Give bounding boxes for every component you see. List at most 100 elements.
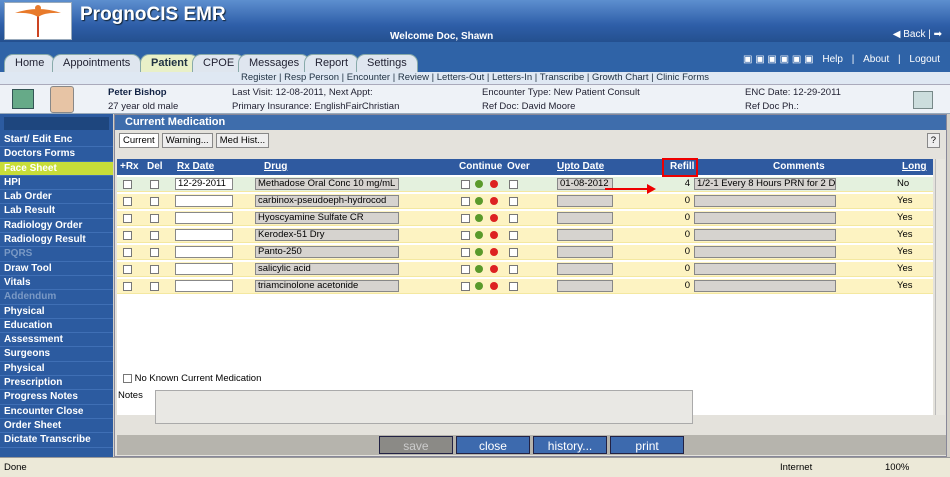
over-checkbox[interactable] bbox=[509, 248, 518, 257]
del-checkbox[interactable] bbox=[150, 231, 159, 240]
over-checkbox[interactable] bbox=[509, 231, 518, 240]
col-del[interactable]: Del bbox=[147, 161, 163, 172]
close-button[interactable]: close bbox=[455, 436, 530, 454]
continue-checkbox[interactable] bbox=[461, 248, 470, 257]
over-checkbox[interactable] bbox=[509, 282, 518, 291]
sidebar-item[interactable]: Physical bbox=[0, 305, 113, 319]
sidebar-item[interactable]: Assessment bbox=[0, 333, 113, 348]
del-checkbox[interactable] bbox=[150, 214, 159, 223]
upto-date-field[interactable] bbox=[557, 195, 613, 207]
col-upto-date[interactable]: Upto Date bbox=[557, 161, 604, 172]
upto-date-field[interactable] bbox=[557, 263, 613, 275]
toolbar-icons[interactable]: ▣ ▣ ▣ ▣ ▣ ▣ bbox=[743, 54, 814, 65]
col-drug[interactable]: Drug bbox=[264, 161, 287, 172]
rx-icon[interactable] bbox=[475, 248, 483, 256]
tab-patient[interactable]: Patient bbox=[140, 54, 199, 72]
sub-nav-links[interactable]: Register | Resp Person | Encounter | Rev… bbox=[0, 72, 950, 85]
tab-home[interactable]: Home bbox=[4, 54, 56, 72]
rx-icon[interactable] bbox=[475, 265, 483, 273]
del-checkbox[interactable] bbox=[150, 197, 159, 206]
tab-report[interactable]: Report bbox=[304, 54, 360, 72]
comment-field[interactable]: 1/2-1 Every 8 Hours PRN for 2 Days , bbox=[694, 178, 836, 190]
rx-checkbox[interactable] bbox=[123, 248, 132, 257]
sidebar-item[interactable]: Dictate Transcribe bbox=[0, 433, 113, 448]
table-row[interactable]: Panto-250 0 Yes bbox=[117, 245, 933, 260]
no-known-checkbox[interactable] bbox=[123, 373, 132, 383]
table-row[interactable]: Hyoscyamine Sulfate CR 0 Yes bbox=[117, 211, 933, 226]
sidebar-scroll-buttons[interactable] bbox=[4, 117, 109, 130]
col-rx-date[interactable]: Rx Date bbox=[177, 161, 214, 172]
upto-date-field[interactable] bbox=[557, 246, 613, 258]
sidebar-item[interactable]: Prescription bbox=[0, 376, 113, 391]
rx-icon[interactable] bbox=[475, 197, 483, 205]
rx-date-field[interactable]: 12-29-2011 bbox=[175, 178, 233, 190]
sidebar-item[interactable]: HPI bbox=[0, 176, 113, 191]
continue-checkbox[interactable] bbox=[461, 231, 470, 240]
rx-date-field[interactable] bbox=[175, 229, 233, 241]
sidebar-item[interactable]: Doctors Forms bbox=[0, 147, 113, 162]
history-button[interactable]: history... bbox=[533, 436, 608, 454]
filter-select[interactable]: Current bbox=[119, 133, 159, 148]
no-known-medication[interactable]: No Known Current Medication bbox=[123, 373, 261, 384]
drug-field[interactable]: carbinox-pseudoeph-hydrocod bbox=[255, 195, 399, 207]
table-row[interactable]: Kerodex-51 Dry 0 Yes bbox=[117, 228, 933, 243]
sidebar-item[interactable]: Progress Notes bbox=[0, 390, 113, 405]
save-button[interactable]: save bbox=[378, 436, 453, 454]
upto-date-field[interactable] bbox=[557, 212, 613, 224]
stop-icon[interactable] bbox=[490, 197, 498, 205]
back-link[interactable]: ◀ Back | ➡ bbox=[893, 29, 942, 40]
patient-name[interactable]: Peter Bishop bbox=[108, 87, 167, 98]
help-link[interactable]: Help bbox=[822, 54, 843, 65]
sidebar-item[interactable]: Vitals bbox=[0, 276, 113, 291]
sidebar-item[interactable]: Radiology Order bbox=[0, 219, 113, 234]
rx-icon[interactable] bbox=[475, 231, 483, 239]
rx-date-field[interactable] bbox=[175, 263, 233, 275]
col-rx[interactable]: +Rx bbox=[120, 161, 139, 172]
sidebar-item[interactable]: Surgeons bbox=[0, 347, 113, 362]
tab-settings[interactable]: Settings bbox=[356, 54, 418, 72]
logout-link[interactable]: Logout bbox=[909, 54, 940, 65]
rx-checkbox[interactable] bbox=[123, 282, 132, 291]
tab-appointments[interactable]: Appointments bbox=[52, 54, 142, 72]
table-scrollbar[interactable] bbox=[935, 159, 945, 415]
warning-button[interactable]: Warning... bbox=[161, 133, 213, 148]
del-checkbox[interactable] bbox=[150, 180, 159, 189]
comment-field[interactable] bbox=[694, 229, 836, 241]
stop-icon[interactable] bbox=[490, 282, 498, 290]
comment-field[interactable] bbox=[694, 280, 836, 292]
help-button[interactable]: ? bbox=[926, 133, 940, 148]
table-row[interactable]: carbinox-pseudoeph-hydrocod 0 Yes bbox=[117, 194, 933, 209]
sidebar-item[interactable]: Radiology Result bbox=[0, 233, 113, 248]
print-button[interactable]: print bbox=[610, 436, 685, 454]
about-link[interactable]: About bbox=[863, 54, 889, 65]
table-row[interactable]: triamcinolone acetonide 0 Yes bbox=[117, 279, 933, 294]
sidebar-item[interactable]: Encounter Close bbox=[0, 405, 113, 419]
comment-field[interactable] bbox=[694, 195, 836, 207]
sidebar-item[interactable]: Education bbox=[0, 319, 113, 334]
stop-icon[interactable] bbox=[490, 265, 498, 273]
upto-date-field[interactable] bbox=[557, 229, 613, 241]
sidebar-item[interactable]: Order Sheet bbox=[0, 419, 113, 434]
continue-checkbox[interactable] bbox=[461, 282, 470, 291]
over-checkbox[interactable] bbox=[509, 214, 518, 223]
rx-icon[interactable] bbox=[475, 214, 483, 222]
continue-checkbox[interactable] bbox=[461, 214, 470, 223]
drug-field[interactable]: triamcinolone acetonide bbox=[255, 280, 399, 292]
stop-icon[interactable] bbox=[490, 214, 498, 222]
notes-textarea[interactable] bbox=[155, 390, 693, 424]
sidebar-item[interactable]: Physical bbox=[0, 362, 113, 377]
rx-date-field[interactable] bbox=[175, 280, 233, 292]
drug-field[interactable]: salicylic acid bbox=[255, 263, 399, 275]
table-row[interactable]: 12-29-2011 Methadose Oral Conc 10 mg/mL 01… bbox=[117, 177, 933, 192]
zoom-level[interactable]: 100% bbox=[885, 462, 909, 473]
upto-date-field[interactable] bbox=[557, 280, 613, 292]
drug-field[interactable]: Panto-250 bbox=[255, 246, 399, 258]
stop-icon[interactable] bbox=[490, 248, 498, 256]
over-checkbox[interactable] bbox=[509, 180, 518, 189]
rx-icon[interactable] bbox=[475, 180, 483, 188]
del-checkbox[interactable] bbox=[150, 265, 159, 274]
continue-checkbox[interactable] bbox=[461, 197, 470, 206]
rx-checkbox[interactable] bbox=[123, 180, 132, 189]
continue-checkbox[interactable] bbox=[461, 180, 470, 189]
rx-date-field[interactable] bbox=[175, 195, 233, 207]
